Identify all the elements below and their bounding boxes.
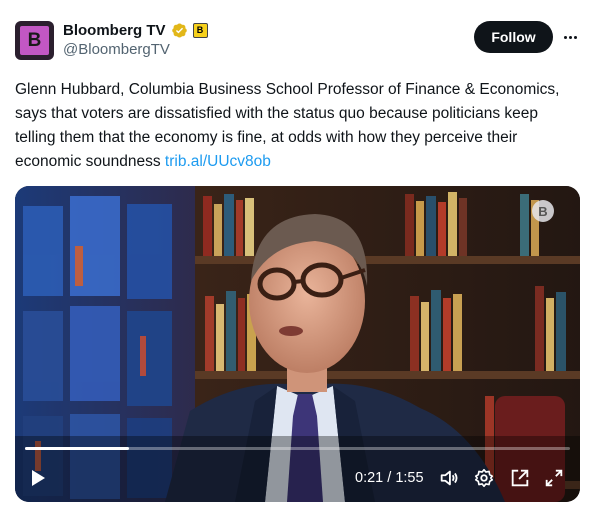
- watermark-logo: B: [532, 200, 554, 222]
- handle[interactable]: @BloombergTV: [63, 41, 170, 58]
- current-time: 0:21: [355, 470, 384, 486]
- video-time: 0:21 / 1:55: [355, 470, 424, 486]
- play-icon[interactable]: [28, 468, 48, 488]
- volume-icon[interactable]: [438, 467, 460, 489]
- avatar-logo: B: [20, 26, 49, 55]
- affiliate-badge-icon[interactable]: B: [192, 22, 208, 38]
- display-name[interactable]: Bloomberg TV: [63, 22, 166, 39]
- video-controls: 0:21 / 1:55: [15, 456, 580, 502]
- tweet-text: Glenn Hubbard, Columbia Business School …: [15, 78, 575, 174]
- fullscreen-icon[interactable]: [543, 467, 565, 489]
- account-name-row: Bloomberg TV B: [63, 20, 208, 40]
- time-separator: /: [383, 470, 396, 486]
- verified-badge-icon[interactable]: [171, 22, 188, 39]
- tweet-body: Glenn Hubbard, Columbia Business School …: [15, 81, 560, 170]
- avatar[interactable]: B: [15, 21, 54, 60]
- gear-icon[interactable]: [473, 467, 495, 489]
- popout-icon[interactable]: [509, 467, 531, 489]
- follow-button[interactable]: Follow: [474, 21, 553, 53]
- video-frame: [15, 186, 580, 502]
- duration: 1:55: [395, 470, 424, 486]
- tweet-link[interactable]: trib.al/UUcv8ob: [165, 153, 271, 170]
- video-progress-bar[interactable]: [25, 447, 570, 450]
- video-progress-fill: [25, 447, 129, 450]
- more-icon[interactable]: [560, 27, 580, 47]
- video-player[interactable]: B 0:21 / 1:55: [15, 186, 580, 502]
